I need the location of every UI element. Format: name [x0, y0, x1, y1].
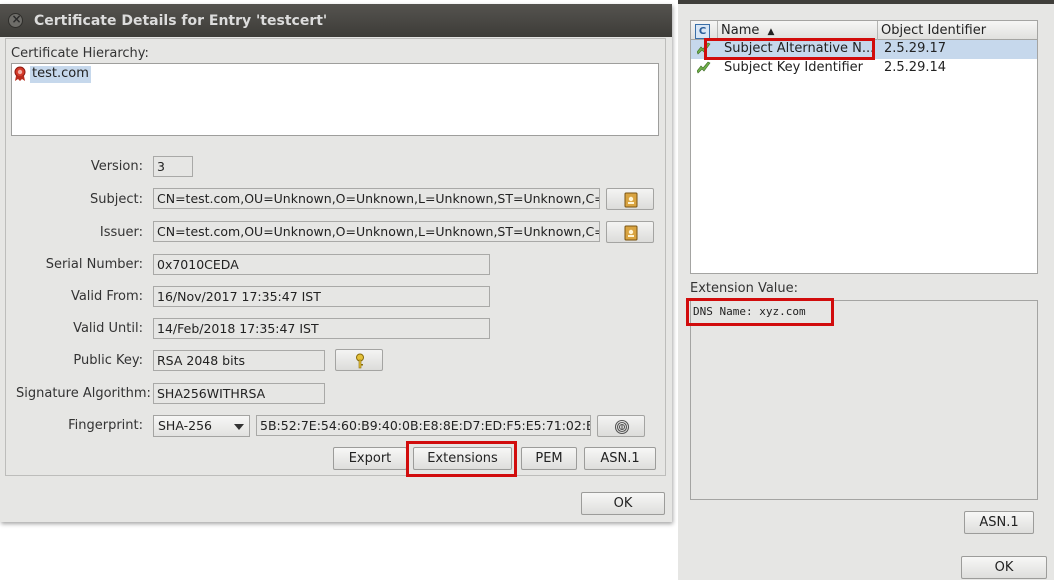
fingerprint-icon: [614, 419, 630, 435]
export-button[interactable]: Export: [333, 447, 407, 470]
view-public-key-button[interactable]: [335, 349, 383, 371]
extensions-highlight-box: [406, 441, 517, 477]
extensions-ok-button[interactable]: OK: [961, 556, 1047, 579]
signature-algorithm-label: Signature Algorithm:: [16, 386, 151, 401]
close-window-button[interactable]: ×: [8, 12, 23, 28]
issuer-field[interactable]: CN=test.com,OU=Unknown,O=Unknown,L=Unkno…: [153, 221, 600, 242]
certificate-icon: [13, 66, 27, 82]
valid-from-field[interactable]: 16/Nov/2017 17:35:47 IST: [153, 286, 490, 307]
valid-until-field[interactable]: 14/Feb/2018 17:35:47 IST: [153, 318, 490, 339]
copy-fingerprint-button[interactable]: [597, 415, 645, 437]
address-book-icon: [624, 225, 638, 241]
extension-name: Subject Key Identifier: [724, 60, 863, 75]
version-field[interactable]: 3: [153, 156, 193, 177]
issuer-label: Issuer:: [99, 225, 143, 240]
fingerprint-algorithm-value: SHA-256: [158, 418, 212, 433]
extension-value-area[interactable]: [690, 300, 1038, 500]
fingerprint-label: Fingerprint:: [68, 418, 143, 433]
subject-label: Subject:: [90, 192, 143, 207]
version-label: Version:: [90, 159, 143, 174]
dialog-title: Certificate Details for Entry 'testcert': [34, 13, 328, 29]
extension-oid: 2.5.29.17: [884, 41, 947, 56]
certificate-hierarchy-tree[interactable]: [11, 63, 659, 136]
dialog-titlebar: × Certificate Details for Entry 'testcer…: [0, 4, 672, 37]
fingerprint-field[interactable]: 5B:52:7E:54:60:B9:40:0B:E8:8E:D7:ED:F5:E…: [256, 415, 591, 436]
key-icon: [356, 353, 364, 369]
critical-icon: C: [695, 24, 710, 39]
public-key-label: Public Key:: [73, 353, 143, 368]
pem-button[interactable]: PEM: [521, 447, 577, 470]
signature-algorithm-field[interactable]: SHA256WITHRSA: [153, 383, 325, 404]
chevron-down-icon: [234, 424, 244, 430]
subject-alt-name-highlight-box: [704, 38, 875, 60]
ok-button[interactable]: OK: [581, 492, 665, 515]
valid-from-label: Valid From:: [70, 289, 143, 304]
hierarchy-item-test-com[interactable]: test.com: [30, 66, 91, 83]
public-key-field[interactable]: RSA 2048 bits: [153, 350, 325, 371]
extension-icon: [696, 61, 711, 79]
extensions-asn1-button[interactable]: ASN.1: [964, 511, 1034, 534]
fingerprint-algorithm-select[interactable]: SHA-256: [153, 415, 250, 437]
asn1-button[interactable]: ASN.1: [584, 447, 656, 470]
extension-value-label: Extension Value:: [690, 281, 799, 296]
valid-until-label: Valid Until:: [73, 321, 143, 336]
view-subject-button[interactable]: [606, 188, 654, 210]
extensions-dialog-titlebar: [678, 0, 1054, 4]
extension-oid: 2.5.29.14: [884, 60, 947, 75]
hierarchy-label: Certificate Hierarchy:: [11, 46, 149, 61]
sort-ascending-icon: ▲: [767, 27, 775, 37]
table-row[interactable]: Subject Key Identifier 2.5.29.14: [691, 59, 1037, 78]
name-column-label: Name: [721, 23, 760, 38]
view-issuer-button[interactable]: [606, 221, 654, 243]
dns-name-highlight-box: [686, 298, 834, 326]
serial-number-field[interactable]: 0x7010CEDA: [153, 254, 490, 275]
subject-field[interactable]: CN=test.com,OU=Unknown,O=Unknown,L=Unkno…: [153, 188, 600, 209]
address-book-icon: [624, 192, 638, 208]
oid-column-header[interactable]: Object Identifier: [878, 21, 1037, 40]
serial-number-label: Serial Number:: [45, 257, 143, 272]
